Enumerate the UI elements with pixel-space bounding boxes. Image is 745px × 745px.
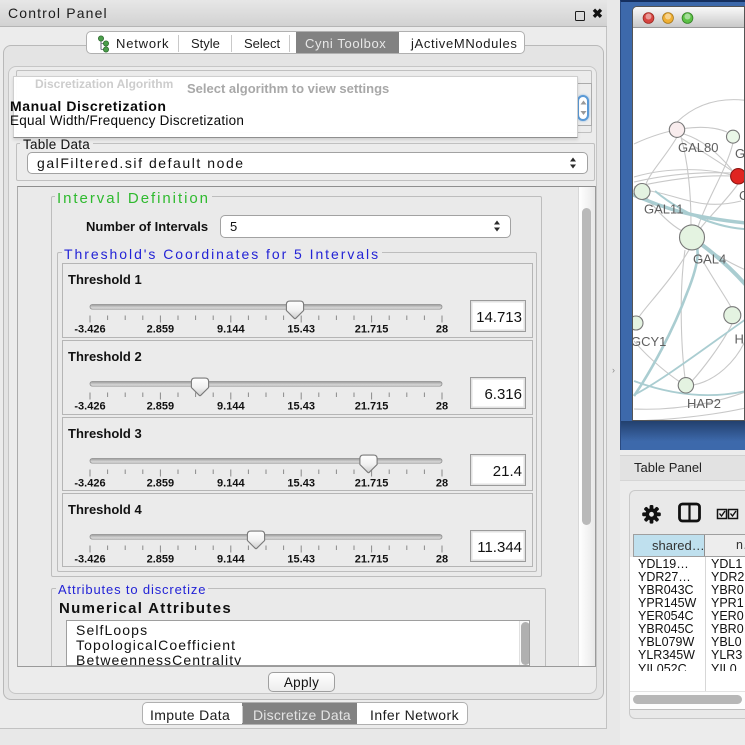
svg-text:-3.426: -3.426	[74, 324, 105, 336]
svg-text:21.715: 21.715	[355, 478, 389, 490]
svg-text:HAP2: HAP2	[687, 396, 721, 411]
svg-text:2.859: 2.859	[147, 324, 175, 336]
svg-text:-3.426: -3.426	[74, 478, 105, 490]
svg-text:GCY1: GCY1	[633, 334, 666, 349]
svg-text:15.43: 15.43	[287, 324, 315, 336]
svg-text:21.715: 21.715	[355, 324, 389, 336]
svg-text:2.859: 2.859	[147, 478, 175, 490]
svg-text:28: 28	[436, 401, 448, 413]
svg-text:28: 28	[436, 478, 448, 490]
svg-text:28: 28	[436, 554, 448, 566]
svg-text:2.859: 2.859	[147, 554, 175, 566]
svg-text:15.43: 15.43	[287, 478, 315, 490]
svg-text:GAL4: GAL4	[693, 252, 726, 267]
svg-text:21.715: 21.715	[355, 401, 389, 413]
svg-text:GA: GA	[735, 146, 745, 161]
svg-text:GAL80: GAL80	[678, 140, 718, 155]
svg-text:9.144: 9.144	[217, 478, 245, 490]
svg-text:15.43: 15.43	[287, 554, 315, 566]
svg-text:2.859: 2.859	[147, 401, 175, 413]
svg-text:-3.426: -3.426	[74, 401, 105, 413]
svg-text:H: H	[735, 332, 744, 347]
svg-text:GAL11: GAL11	[644, 202, 684, 217]
svg-text:9.144: 9.144	[217, 324, 245, 336]
svg-text:-3.426: -3.426	[74, 554, 105, 566]
svg-text:15.43: 15.43	[287, 401, 315, 413]
svg-text:28: 28	[436, 324, 448, 336]
svg-text:C: C	[739, 188, 745, 203]
svg-text:9.144: 9.144	[217, 554, 245, 566]
svg-text:9.144: 9.144	[217, 401, 245, 413]
svg-text:21.715: 21.715	[355, 554, 389, 566]
